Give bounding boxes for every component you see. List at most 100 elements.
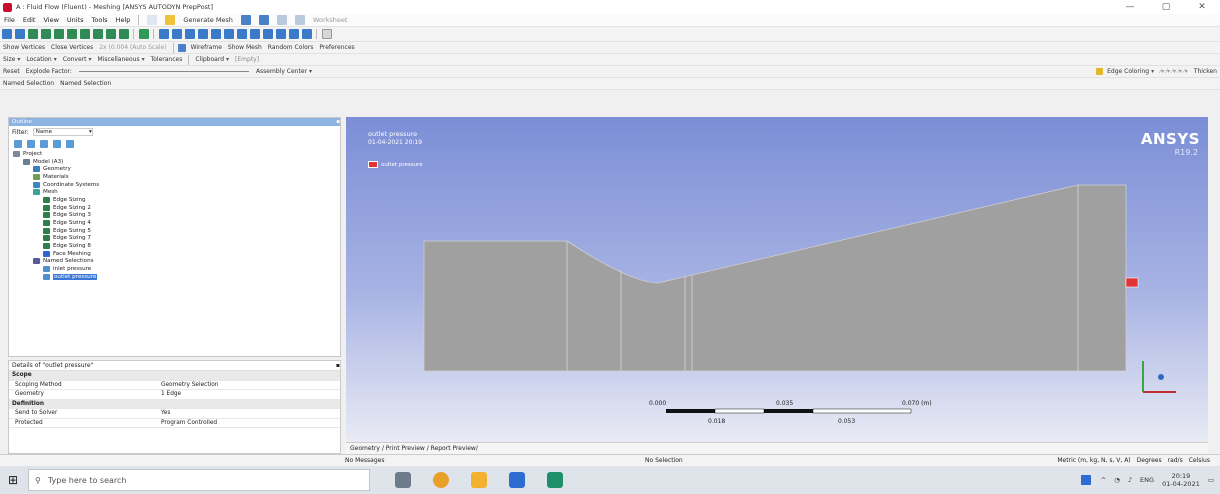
menu-view[interactable]: View xyxy=(43,16,58,24)
zoom-fit-icon[interactable] xyxy=(210,29,221,39)
app-icon-taskbar[interactable] xyxy=(547,472,563,488)
zoom-selection-icon[interactable] xyxy=(223,29,234,39)
zoom-icon[interactable] xyxy=(184,29,195,39)
close-button[interactable]: ✕ xyxy=(1184,0,1220,14)
tree-node[interactable]: Project xyxy=(11,150,340,158)
tree-node[interactable]: Edge Sizing 7 xyxy=(11,235,340,243)
convert-menu[interactable]: Convert xyxy=(63,56,92,63)
tree-node[interactable]: Edge Sizing 2 xyxy=(11,204,340,212)
messages-status[interactable]: No Messages xyxy=(345,457,465,464)
select-point-icon[interactable] xyxy=(1,29,12,39)
extend-icon[interactable] xyxy=(138,29,149,39)
outlet-pressure-marker[interactable] xyxy=(1125,277,1139,288)
previous-view-icon[interactable] xyxy=(249,29,260,39)
collapse-icon[interactable] xyxy=(26,140,35,148)
details-row[interactable]: Geometry 1 Edge xyxy=(9,390,340,400)
thicken-button[interactable]: Thicken xyxy=(1194,68,1217,75)
next-view-icon[interactable] xyxy=(262,29,273,39)
close-vertices-button[interactable]: Close Vertices xyxy=(51,44,93,51)
details-row[interactable]: Scoping Method Geometry Selection xyxy=(9,381,340,390)
minimize-button[interactable]: — xyxy=(1112,0,1148,14)
named-selection-dropdown[interactable]: Named Selection xyxy=(3,80,54,87)
degrees-status[interactable]: Degrees xyxy=(1137,457,1162,464)
language-indicator[interactable]: ENG xyxy=(1140,476,1154,484)
rads-status[interactable]: rad/s xyxy=(1168,457,1183,464)
new-icon[interactable] xyxy=(147,15,158,25)
details-value[interactable]: Yes xyxy=(161,410,340,416)
geometry-canvas[interactable]: 0.000 0.035 0.070 (m) 0.018 0.053 xyxy=(346,117,1208,442)
section-icon[interactable] xyxy=(276,15,287,25)
windows-start-icon[interactable]: ⊞ xyxy=(8,473,18,487)
details-row[interactable]: Send to Solver Yes xyxy=(9,409,340,419)
random-colors-button[interactable]: Random Colors xyxy=(268,44,314,51)
location-menu[interactable]: Location xyxy=(26,56,56,63)
tree-node[interactable]: Named Selections xyxy=(11,258,340,266)
tree-node[interactable]: Edge Sizing 4 xyxy=(11,219,340,227)
select-mode-icon[interactable] xyxy=(14,29,25,39)
details-value[interactable]: Geometry Selection xyxy=(161,382,340,388)
tray-chevron-icon[interactable]: ^ xyxy=(1101,476,1106,484)
worksheet-button[interactable]: Worksheet xyxy=(313,16,348,24)
select-vertex-icon[interactable] xyxy=(27,29,38,39)
tree-node[interactable]: inlet pressure xyxy=(11,265,340,273)
tree-filter-icon[interactable] xyxy=(39,140,48,148)
worksheet-icon[interactable] xyxy=(294,15,305,25)
select-element-icon[interactable] xyxy=(92,29,103,39)
assembly-center-dropdown[interactable]: Assembly Center xyxy=(256,68,312,75)
graphics-viewport[interactable]: outlet pressure 01-04-2021 20:19 outlet … xyxy=(346,117,1208,442)
details-value[interactable]: 1 Edge xyxy=(161,391,340,397)
box-zoom-icon[interactable] xyxy=(197,29,208,39)
details-section[interactable]: Definition xyxy=(9,399,340,409)
details-value[interactable]: Program Controlled xyxy=(161,420,340,426)
sort-icon[interactable] xyxy=(52,140,61,148)
filter-dropdown[interactable]: Name ▾ xyxy=(32,128,93,136)
select-face-icon[interactable] xyxy=(53,29,64,39)
tolerances-button[interactable]: Tolerances xyxy=(151,56,183,63)
tree-node[interactable]: Coordinate Systems xyxy=(11,181,340,189)
miscellaneous-menu[interactable]: Miscellaneous xyxy=(98,56,145,63)
menu-help[interactable]: Help xyxy=(116,16,131,24)
tree-node[interactable]: Edge Sizing 3 xyxy=(11,212,340,220)
show-vertices-button[interactable]: Show Vertices xyxy=(3,44,45,51)
explode-slider[interactable] xyxy=(78,71,249,72)
clipboard-menu[interactable]: Clipboard xyxy=(195,56,229,63)
tree-node[interactable]: Geometry xyxy=(11,165,340,173)
edge-coloring-menu[interactable]: Edge Coloring xyxy=(1107,68,1154,75)
wireframe-button[interactable]: Wireframe xyxy=(191,44,222,51)
select-all-icon[interactable] xyxy=(118,29,129,39)
size-menu[interactable]: Size xyxy=(3,56,20,63)
ansys-workbench-icon[interactable] xyxy=(471,472,487,488)
details-pin-icon[interactable]: ▪ xyxy=(336,362,340,369)
tree-node[interactable]: Model (A3) xyxy=(11,158,340,166)
menu-edit[interactable]: Edit xyxy=(23,16,36,24)
details-section[interactable]: Scope xyxy=(9,371,340,381)
tree-node[interactable]: Edge Sizing 8 xyxy=(11,242,340,250)
notification-icon[interactable]: ▭ xyxy=(1208,476,1214,484)
set-view-icon[interactable] xyxy=(288,29,299,39)
details-row[interactable]: Protected Program Controlled xyxy=(9,419,340,428)
generate-mesh-button[interactable]: Generate Mesh xyxy=(183,16,233,24)
pin-icon[interactable]: ▪ xyxy=(336,119,340,125)
tree-node[interactable]: Materials xyxy=(11,173,340,181)
taskbar-search[interactable]: ⚲ Type here to search xyxy=(28,469,370,491)
tray-app-icon[interactable] xyxy=(1081,475,1092,485)
menu-tools[interactable]: Tools xyxy=(92,16,108,24)
show-mesh-button[interactable]: Show Mesh xyxy=(228,44,262,51)
tree-node[interactable]: Mesh xyxy=(11,188,340,196)
tree-node[interactable]: outlet pressure xyxy=(11,273,340,281)
pan-icon[interactable] xyxy=(171,29,182,39)
iso-view-icon[interactable] xyxy=(275,29,286,39)
menu-units[interactable]: Units xyxy=(67,16,84,24)
image-icon[interactable] xyxy=(258,15,269,25)
select-edge-icon[interactable] xyxy=(40,29,51,39)
view-icon[interactable] xyxy=(240,15,251,25)
tree-node[interactable]: Edge Sizing 5 xyxy=(11,227,340,235)
nozzle-geometry[interactable] xyxy=(423,184,1127,372)
units-status[interactable]: Metric (m, kg, N, s, V, A) xyxy=(1057,457,1130,464)
preferences-button[interactable]: Preferences xyxy=(319,44,354,51)
select-body-icon[interactable] xyxy=(66,29,77,39)
expand-all-icon[interactable] xyxy=(13,140,22,148)
new-named-selection-button[interactable]: Named Selection xyxy=(60,80,111,87)
viewport-layout-icon[interactable] xyxy=(321,29,332,39)
mail-icon[interactable] xyxy=(509,472,525,488)
